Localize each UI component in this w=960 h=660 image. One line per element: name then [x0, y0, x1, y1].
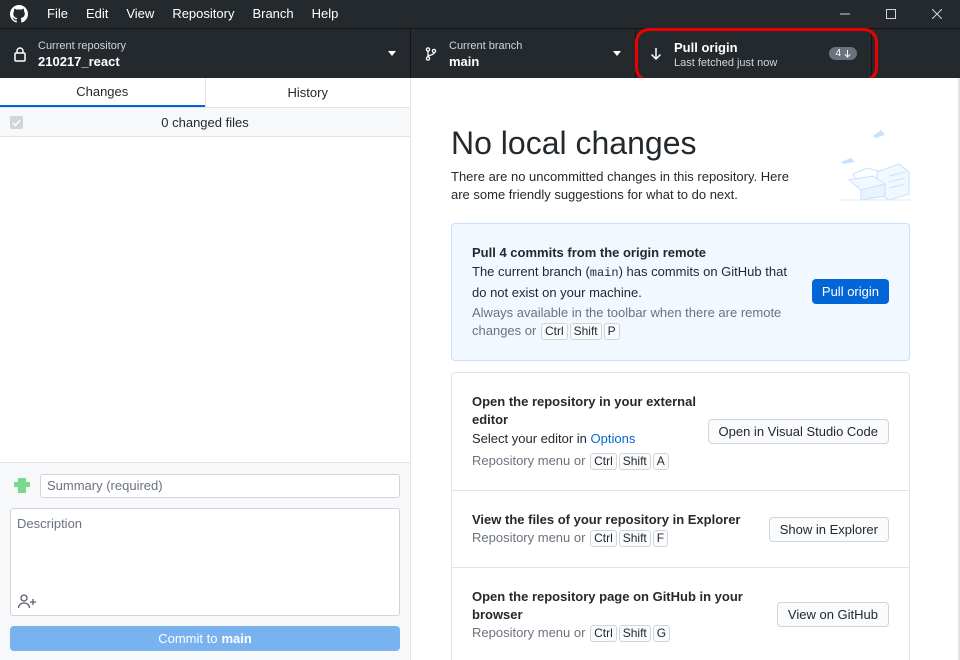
editor-card-hint-text: Repository menu or — [472, 453, 586, 468]
pull-card-hint: Always available in the toolbar when the… — [472, 304, 792, 340]
pull-card-body-pre: The current branch ( — [472, 264, 590, 279]
commit-button-branch: main — [221, 631, 252, 646]
github-card-heading: Open the repository page on GitHub in yo… — [472, 589, 743, 622]
branch-icon — [425, 47, 437, 61]
editor-card-hint: Repository menu or Ctrl Shift A — [472, 452, 670, 470]
pull-suggestion-card: Pull 4 commits from the origin remote Th… — [451, 223, 910, 361]
kbd-a: A — [652, 453, 669, 470]
tab-changes[interactable]: Changes — [0, 78, 205, 107]
explorer-card-hint-text: Repository menu or — [472, 530, 586, 545]
view-on-github-button[interactable]: View on GitHub — [776, 602, 889, 627]
kbd-ctrl: Ctrl — [590, 625, 617, 642]
commits-behind-count: 4 — [835, 48, 841, 59]
suggestions-group: Open the repository in your external edi… — [451, 372, 910, 660]
toolbar: Current repository 210217_react Current … — [0, 28, 960, 79]
editor-card-heading: Open the repository in your external edi… — [472, 394, 696, 427]
menu-repository[interactable]: Repository — [163, 0, 243, 28]
arrow-down-icon — [844, 49, 851, 58]
empty-state-illustration — [839, 130, 911, 201]
pull-origin-button[interactable]: Pull origin — [811, 279, 889, 304]
select-all-checkbox[interactable] — [10, 116, 23, 129]
show-in-explorer-button[interactable]: Show in Explorer — [768, 517, 889, 542]
changes-list-header: 0 changed files — [0, 108, 410, 137]
sidebar-tabs: Changes History — [0, 78, 410, 108]
github-card-hint-text: Repository menu or — [472, 625, 586, 640]
github-logo-icon — [10, 5, 28, 23]
menu-branch[interactable]: Branch — [243, 0, 302, 28]
kbd-ctrl: Ctrl — [590, 530, 617, 547]
pull-card-body: The current branch (main) has commits on… — [472, 262, 792, 302]
options-link[interactable]: Options — [591, 431, 636, 446]
explorer-card-heading: View the files of your repository in Exp… — [472, 512, 741, 527]
current-branch-button[interactable]: Current branch main — [411, 29, 636, 79]
menu-edit[interactable]: Edit — [77, 0, 117, 28]
kbd-shift: Shift — [618, 453, 651, 470]
commit-message-area: Summary (required) Description Commit to… — [0, 462, 410, 660]
check-icon — [12, 119, 21, 127]
kbd-shift: Shift — [618, 530, 651, 547]
kbd-ctrl: Ctrl — [590, 453, 617, 470]
description-placeholder: Description — [17, 516, 83, 531]
menu-help[interactable]: Help — [303, 0, 348, 28]
kbd-g: G — [652, 625, 671, 642]
github-suggestion-row: Open the repository page on GitHub in yo… — [452, 568, 909, 660]
pull-origin-label: Pull origin — [674, 39, 738, 55]
pull-origin-toolbar-button[interactable]: Pull origin Last fetched just now 4 — [636, 29, 872, 79]
add-coauthor-icon[interactable] — [17, 593, 37, 609]
pull-card-heading: Pull 4 commits from the origin remote — [472, 245, 707, 260]
kbd-f: F — [652, 530, 669, 547]
repository-name: 210217_react — [38, 53, 120, 69]
page-subtitle: There are no uncommitted changes in this… — [451, 169, 789, 202]
caret-down-icon — [613, 51, 621, 56]
kbd-p: P — [603, 323, 620, 340]
commits-behind-badge: 4 — [829, 47, 857, 60]
kbd-shift: Shift — [569, 323, 602, 340]
caret-down-icon — [388, 51, 396, 56]
no-changes-panel: No local changes There are no uncommitte… — [411, 78, 960, 660]
tab-history[interactable]: History — [204, 78, 411, 107]
maximize-button[interactable] — [868, 0, 914, 28]
menu-file[interactable]: File — [38, 0, 77, 28]
branch-code: main — [589, 266, 619, 280]
menu-view[interactable]: View — [117, 0, 163, 28]
github-card-hint: Repository menu or Ctrl Shift G — [472, 624, 671, 642]
close-button[interactable] — [914, 0, 960, 28]
pull-card-hint-text: Always available in the toolbar when the… — [472, 305, 782, 338]
editor-suggestion-row: Open the repository in your external edi… — [452, 373, 909, 491]
explorer-card-hint: Repository menu or Ctrl Shift F — [472, 529, 669, 547]
changes-sidebar: Changes History 0 changed files Summary … — [0, 78, 411, 660]
minimize-icon — [840, 13, 850, 15]
title-bar: File Edit View Repository Branch Help — [0, 0, 960, 28]
kbd-ctrl: Ctrl — [540, 323, 568, 340]
description-textarea[interactable]: Description — [10, 508, 400, 616]
open-in-vscode-button[interactable]: Open in Visual Studio Code — [707, 419, 889, 444]
avatar — [12, 475, 32, 495]
close-icon — [932, 9, 942, 19]
page-title: No local changes — [451, 125, 697, 161]
explorer-suggestion-row: View the files of your repository in Exp… — [452, 491, 909, 568]
editor-card-body-text: Select your editor in — [472, 431, 587, 446]
summary-input[interactable]: Summary (required) — [40, 474, 400, 498]
branch-name: main — [449, 53, 480, 69]
lock-icon — [14, 47, 26, 62]
branch-label: Current branch — [449, 39, 523, 52]
maximize-icon — [886, 9, 896, 19]
commit-button[interactable]: Commit to main — [10, 626, 400, 651]
repository-label: Current repository — [38, 39, 127, 52]
last-fetched-text: Last fetched just now — [674, 56, 778, 69]
changed-files-count: 0 changed files — [161, 114, 249, 130]
minimize-button[interactable] — [822, 0, 868, 28]
kbd-shift: Shift — [618, 625, 651, 642]
editor-card-body: Select your editor in Options — [472, 429, 635, 448]
commit-button-prefix: Commit to — [158, 631, 218, 646]
current-repository-button[interactable]: Current repository 210217_react — [0, 29, 411, 79]
arrow-down-icon — [650, 48, 662, 61]
